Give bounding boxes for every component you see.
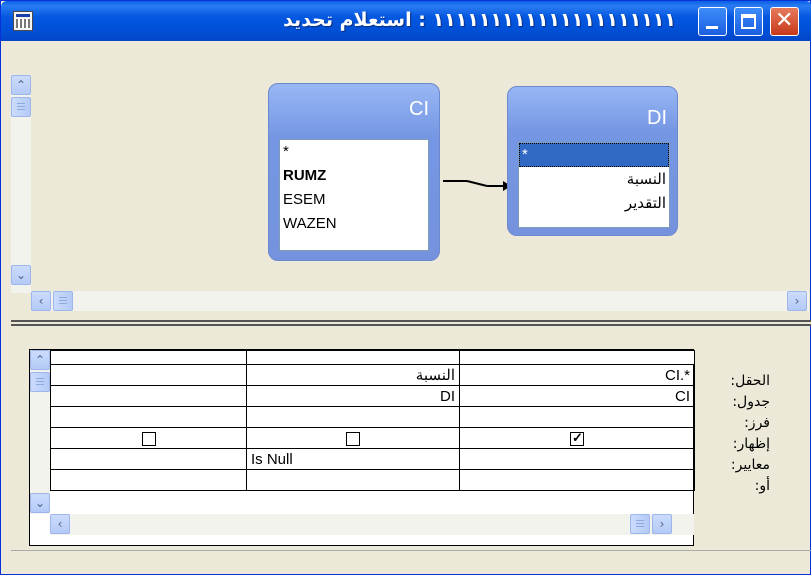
criteria-cell[interactable] — [459, 448, 695, 470]
scroll-thumb[interactable] — [53, 291, 73, 311]
field-item[interactable]: ESEM — [280, 188, 428, 212]
table-cell[interactable]: CI — [459, 385, 695, 407]
table-cell[interactable] — [50, 385, 247, 407]
grid-row-labels: الحقل: جدول: فرز: إظهار: معايير: أو: — [730, 371, 770, 497]
or-cell[interactable] — [246, 469, 460, 491]
show-checkbox[interactable] — [141, 431, 156, 446]
column-selector-row — [50, 350, 695, 365]
table-pane-horizontal-scrollbar[interactable]: ‹ › — [31, 291, 809, 311]
show-checkbox-checked[interactable] — [570, 430, 584, 446]
or-row — [50, 469, 695, 491]
scroll-right-button[interactable]: › — [652, 514, 672, 534]
scroll-right-button[interactable]: › — [787, 291, 807, 311]
scroll-thumb[interactable] — [630, 514, 650, 534]
scroll-down-button[interactable]: ⌄ — [30, 493, 50, 513]
table-di-title: DI — [647, 107, 667, 129]
chevron-left-icon: ‹ — [57, 517, 63, 531]
scroll-down-button[interactable]: ⌄ — [11, 265, 31, 285]
show-row — [50, 427, 695, 449]
chevron-down-icon: ⌄ — [34, 496, 46, 510]
field-item[interactable]: * — [280, 140, 428, 164]
title-bar[interactable]: ١١١١١١١١١١١١١١١١١١١١١ : استعلام تحديد ✕ — [1, 1, 811, 41]
window-bottom-edge — [11, 550, 811, 551]
scroll-left-button[interactable]: ‹ — [31, 291, 51, 311]
criteria-cell[interactable] — [50, 448, 247, 470]
grip-icon — [59, 297, 67, 305]
table-di-field-list[interactable]: * النسبة التقدير — [518, 142, 670, 228]
sort-cell[interactable] — [50, 406, 247, 428]
sort-row — [50, 406, 695, 428]
window-title: ١١١١١١١١١١١١١١١١١١١١١ : استعلام تحديد — [283, 9, 676, 31]
table-ci-title: CI — [409, 98, 429, 120]
column-selector[interactable] — [246, 350, 460, 365]
query-design-table: النسبة CI.* DI CI ✓ Is Null — [50, 350, 695, 491]
grip-icon — [36, 378, 44, 386]
field-item-selected[interactable]: * — [519, 143, 669, 167]
row-label-field: الحقل: — [730, 373, 770, 389]
table-ci[interactable]: CI * RUMZ ESEM WAZEN — [268, 83, 440, 261]
sort-cell[interactable] — [459, 406, 695, 428]
or-cell[interactable] — [50, 469, 247, 491]
row-label-show: إظهار: — [732, 436, 770, 452]
minimize-icon — [706, 26, 718, 29]
field-item[interactable]: النسبة — [519, 167, 669, 191]
grip-icon — [636, 520, 644, 528]
row-label-or: أو: — [754, 478, 770, 494]
show-cell — [50, 427, 247, 449]
field-row: النسبة CI.* — [50, 364, 695, 386]
row-label-criteria: معايير: — [730, 457, 770, 473]
criteria-cell[interactable]: Is Null — [246, 448, 460, 470]
or-cell[interactable] — [459, 469, 695, 491]
grid-vertical-scrollbar[interactable]: ⌃ ⌄ — [30, 350, 50, 514]
field-item[interactable]: WAZEN — [280, 212, 428, 236]
table-pane-vertical-scrollbar[interactable]: ⌃ ⌄ — [11, 75, 31, 293]
chevron-right-icon: › — [794, 294, 800, 308]
show-cell — [246, 427, 460, 449]
column-selector[interactable] — [459, 350, 695, 365]
maximize-button[interactable] — [734, 7, 763, 36]
grid-cells: النسبة CI.* DI CI ✓ Is Null — [50, 350, 695, 514]
scroll-thumb[interactable] — [11, 97, 31, 117]
chevron-right-icon: › — [659, 517, 665, 531]
chevron-left-icon: ‹ — [38, 294, 44, 308]
pane-splitter[interactable] — [11, 320, 811, 326]
design-grid: ⌃ ⌄ النسبة CI.* DI CI ✓ Is Null ‹ › — [29, 349, 695, 546]
maximize-icon — [741, 14, 756, 29]
row-label-sort: فرز: — [744, 415, 770, 431]
close-icon: ✕ — [775, 8, 794, 33]
query-grid-icon[interactable] — [13, 11, 33, 31]
field-item-primary-key[interactable]: RUMZ — [280, 164, 428, 188]
design-grid-pane: ⌃ ⌄ النسبة CI.* DI CI ✓ Is Null ‹ › الحق… — [11, 339, 810, 547]
field-cell[interactable] — [50, 364, 247, 386]
scroll-thumb[interactable] — [30, 372, 50, 392]
row-label-table: جدول: — [732, 394, 770, 410]
sort-cell[interactable] — [246, 406, 460, 428]
chevron-down-icon: ⌄ — [15, 268, 27, 282]
close-button[interactable]: ✕ — [770, 7, 799, 36]
scroll-up-button[interactable]: ⌃ — [11, 75, 31, 95]
table-row: DI CI — [50, 385, 695, 407]
field-cell[interactable]: النسبة — [246, 364, 460, 386]
chevron-up-icon: ⌃ — [15, 78, 27, 92]
show-checkbox[interactable] — [346, 431, 360, 446]
table-ci-field-list[interactable]: * RUMZ ESEM WAZEN — [279, 139, 429, 251]
query-design-window: ١١١١١١١١١١١١١١١١١١١١١ : استعلام تحديد ✕ … — [0, 0, 811, 575]
grid-horizontal-scrollbar[interactable]: ‹ › — [50, 514, 694, 535]
column-selector[interactable] — [50, 350, 247, 365]
grip-icon — [17, 103, 25, 111]
show-cell — [459, 427, 695, 449]
field-cell[interactable]: CI.* — [459, 364, 695, 386]
minimize-button[interactable] — [698, 7, 727, 36]
join-line[interactable] — [439, 173, 515, 195]
criteria-row: Is Null — [50, 448, 695, 470]
table-cell[interactable]: DI — [246, 385, 460, 407]
scroll-up-button[interactable]: ⌃ — [30, 350, 50, 370]
chevron-up-icon: ⌃ — [34, 353, 46, 367]
field-item[interactable]: التقدير — [519, 191, 669, 215]
table-di[interactable]: DI * النسبة التقدير — [507, 86, 678, 236]
scroll-left-button[interactable]: ‹ — [50, 514, 70, 534]
